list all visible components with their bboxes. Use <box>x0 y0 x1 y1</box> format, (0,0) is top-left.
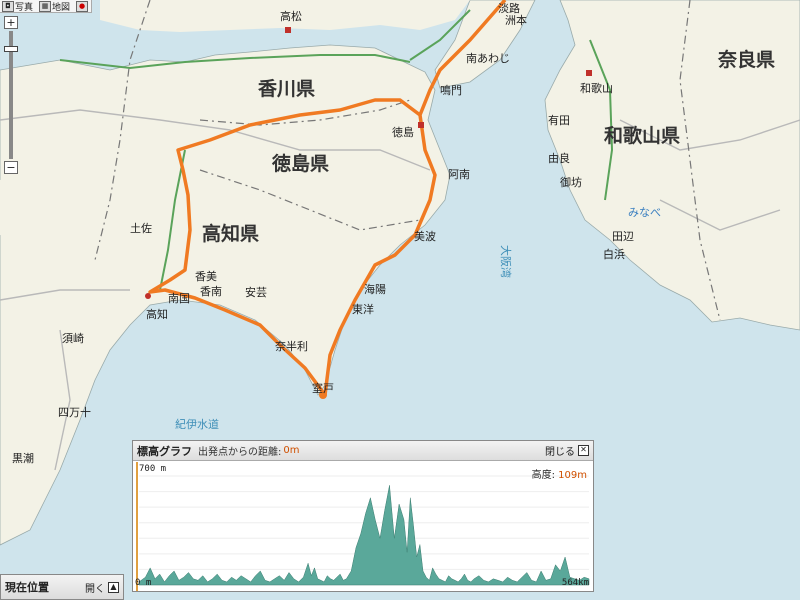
label-minami: 美波 <box>414 230 436 243</box>
flag-icon: ● <box>76 0 89 12</box>
elevation-x-end: 564km <box>561 578 589 588</box>
label-nara: 奈良県 <box>717 48 775 71</box>
label-muroto: 室戸 <box>312 381 334 395</box>
label-tosa: 土佐 <box>130 221 152 235</box>
label-takamatsu: 高松 <box>280 9 302 23</box>
label-arida: 有田 <box>548 113 570 127</box>
close-icon: ✕ <box>578 445 589 456</box>
elevation-distance: 0m <box>283 445 300 456</box>
label-sumoto: 洲本 <box>505 13 527 27</box>
zoom-control: + − <box>4 16 18 174</box>
map-button[interactable]: ▦ 地図 <box>37 0 72 13</box>
label-kochi: 高知県 <box>202 222 259 245</box>
label-tokushima-city: 徳島 <box>392 125 414 139</box>
altitude-label: 高度: <box>531 470 555 481</box>
elevation-altitude: 高度: 109m <box>532 466 587 481</box>
label-minami-awaji: 南あわじ <box>466 52 510 65</box>
elevation-title: 標高グラフ <box>137 444 192 458</box>
zoom-in-button[interactable]: + <box>4 16 18 29</box>
label-wakayama: 和歌山県 <box>604 124 680 147</box>
photo-button[interactable]: ◘ 写真 <box>0 0 35 13</box>
current-location-title: 現在位置 <box>5 581 49 594</box>
current-location-panel: 現在位置 開く ▲ <box>0 574 124 600</box>
elevation-close-button[interactable]: 閉じる ✕ <box>545 443 589 458</box>
label-shimanto: 四万十 <box>58 405 91 419</box>
label-tokushima: 徳島県 <box>271 152 329 175</box>
zoom-slider-knob[interactable] <box>4 45 18 52</box>
camera-icon: ◘ <box>2 0 14 12</box>
label-susaki: 須崎 <box>62 331 84 345</box>
map-toolbar: ◘ 写真 ▦ 地図 ● <box>0 0 93 13</box>
label-kuroshio: 黒潮 <box>12 451 34 465</box>
label-wakayama-city: 和歌山 <box>580 81 613 95</box>
elevation-y-top: 700 m <box>139 464 167 474</box>
label-tosa-bay: 紀伊水道 <box>175 417 219 431</box>
elevation-chart[interactable]: 700 m 0 m 564km 高度: 109m <box>133 462 593 591</box>
label-kii-channel: 大阪湾 <box>499 245 513 278</box>
current-location-open-button[interactable]: 開く ▲ <box>85 580 119 595</box>
label-anan: 阿南 <box>448 168 470 181</box>
label-yura: 由良 <box>548 151 570 165</box>
label-gobo: 御坊 <box>560 175 582 189</box>
map-label: 地図 <box>52 2 71 13</box>
elevation-y-bottom: 0 m <box>135 578 152 588</box>
label-kami: 香美 <box>195 270 217 283</box>
label-nahari: 奈半利 <box>275 339 308 353</box>
label-shirahama: 白浜 <box>603 247 625 261</box>
label-toyo: 東洋 <box>352 302 374 316</box>
elevation-close-label: 閉じる <box>545 447 575 458</box>
elevation-svg <box>136 462 590 591</box>
photo-label: 写真 <box>15 2 34 13</box>
elevation-panel: 標高グラフ 出発点からの距離: 0m 閉じる ✕ 700 m 0 m 564km … <box>132 440 594 592</box>
label-kochi-city: 高知 <box>146 307 168 321</box>
label-kagawa: 香川県 <box>257 78 315 100</box>
elevation-area <box>138 485 590 586</box>
elevation-header: 標高グラフ 出発点からの距離: 0m 閉じる ✕ <box>133 441 593 461</box>
elevation-subtitle: 出発点からの距離: <box>198 447 282 458</box>
label-aki: 安芸 <box>245 285 267 299</box>
zoom-slider[interactable] <box>4 31 18 159</box>
label-minabe: みなべ <box>628 206 661 219</box>
label-kaiyo: 海陽 <box>364 282 386 296</box>
altitude-value: 109m <box>558 470 587 481</box>
flag-button[interactable]: ● <box>74 0 91 12</box>
map-icon: ▦ <box>39 0 52 12</box>
label-nankoku: 南国 <box>168 292 190 305</box>
label-konan: 香南 <box>200 285 222 298</box>
zoom-out-button[interactable]: − <box>4 161 18 174</box>
expand-icon: ▲ <box>108 581 119 593</box>
open-label: 開く <box>85 583 105 595</box>
label-naruto: 鳴門 <box>440 83 462 97</box>
label-tanabe: 田辺 <box>612 230 634 243</box>
